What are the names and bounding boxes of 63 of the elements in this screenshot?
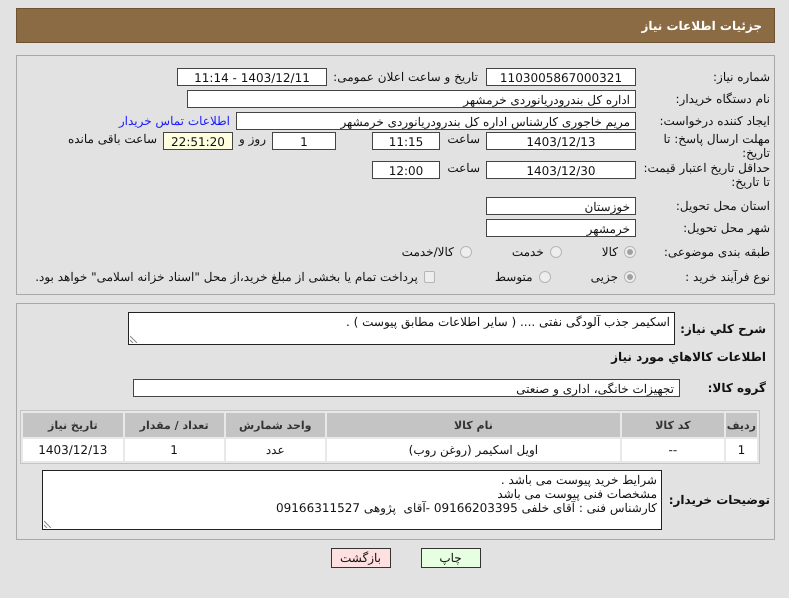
print-button[interactable]: چاپ <box>420 548 480 568</box>
table-cell: 1 <box>124 439 224 461</box>
column-header: ردیف <box>726 413 757 437</box>
field-label: نوع فرآیند خرید : <box>684 270 770 284</box>
remaining-time-field: 22:51:20 <box>163 132 233 150</box>
time-label: ساعت <box>446 132 480 146</box>
radio-button[interactable] <box>538 270 551 282</box>
table-cell: عدد <box>226 439 325 461</box>
remaining-label: ساعت باقی مانده <box>68 132 157 146</box>
time-label: ساعت <box>446 161 480 175</box>
column-header: تاریخ نیاز <box>23 413 123 437</box>
buyer-org-field: اداره کل بندرودریانوردی خرمشهر <box>187 90 636 108</box>
description-field[interactable]: اسکیمر جذب آلودگی نفتی .... ( سایر اطلاعات مطابق پیوست ) . <box>128 312 675 345</box>
resize-handle-icon[interactable] <box>130 335 138 343</box>
requester-field: مریم خاجوری کارشناس اداره کل بندرودریانوردی خرمشهر <box>236 112 636 130</box>
table-cell: 1 <box>726 439 757 461</box>
column-header: نام کالا <box>326 413 620 437</box>
radio-button[interactable] <box>624 246 636 258</box>
field-label: مهلت ارسال پاسخ: تا تاریخ: <box>662 132 770 160</box>
deadline-time-field: 11:15 <box>372 132 440 150</box>
field-label: شهر محل تحویل: <box>682 220 770 234</box>
announce-date-field: 1403/12/11 - 11:14 <box>177 68 327 86</box>
field-label: نام دستگاه خریدار: <box>674 92 770 106</box>
column-header: تعداد / مقدار <box>124 413 224 437</box>
province-field: خوزستان <box>486 196 636 214</box>
buyer-notes-field[interactable]: شرایط خرید پیوست می باشد . مشخصات فنی پیوست می باشد کارشناس فنی : آقای خلفی 09166203395 -آقای پژوهی 09166311527 <box>42 470 662 530</box>
validity-time-field: 12:00 <box>372 161 440 179</box>
section-heading: اطلاعات کالاهاي مورد نياز <box>610 349 766 365</box>
goods-group-field: تجهیزات خانگی، اداری و صنعتی <box>133 378 680 396</box>
field-label: شرح کلي نياز: <box>681 320 766 336</box>
field-label: استان محل تحویل: <box>674 198 770 212</box>
resize-handle-icon[interactable] <box>44 520 52 528</box>
payment-note: پرداخت تمام یا بخشی از مبلغ خرید،از محل "اسناد خزانه اسلامی" خواهد بود. <box>35 270 418 284</box>
contact-link[interactable]: اطلاعات تماس خریدار <box>118 114 230 128</box>
field-label: شماره نیاز: <box>712 70 770 84</box>
field-label: گروه کالا: <box>706 380 766 396</box>
field-label: توضیحات خریدار: <box>670 492 770 508</box>
days-field: 1 <box>272 132 336 150</box>
field-label: طبقه بندی موضوعی: <box>662 245 770 259</box>
city-field: خرمشهر <box>486 218 636 236</box>
validity-date-field: 1403/12/30 <box>486 161 636 179</box>
radio-label: جزیی <box>590 270 618 284</box>
deadline-date-field: 1403/12/13 <box>486 132 636 150</box>
field-label: حداقل تاریخ اعتبار قیمت: تا تاریخ: <box>642 161 770 189</box>
radio-label: متوسط <box>494 270 533 284</box>
field-label: ایجاد کننده درخواست: <box>658 114 770 128</box>
back-button[interactable]: بازگشت <box>330 548 390 568</box>
need-number-field: 1103005867000321 <box>486 68 636 86</box>
radio-button[interactable] <box>624 270 636 282</box>
table-cell: 1403/12/13 <box>23 439 123 461</box>
days-label: روز و <box>239 132 266 146</box>
table-cell: -- <box>622 439 724 461</box>
column-header: واحد شمارش <box>226 413 325 437</box>
table-cell: اویل اسکیمر (روغن روب) <box>326 439 620 461</box>
field-label: تاریخ و ساعت اعلان عمومی: <box>333 70 478 84</box>
radio-label: خدمت <box>512 245 544 259</box>
radio-button[interactable] <box>550 246 562 258</box>
radio-label: کالا/خدمت <box>402 245 454 259</box>
radio-button[interactable] <box>460 246 472 258</box>
column-header: کد کالا <box>622 413 724 437</box>
radio-label: کالا <box>602 245 618 259</box>
page-title-bar: جزئیات اطلاعات نیاز <box>16 8 775 43</box>
checkbox[interactable] <box>424 270 435 282</box>
